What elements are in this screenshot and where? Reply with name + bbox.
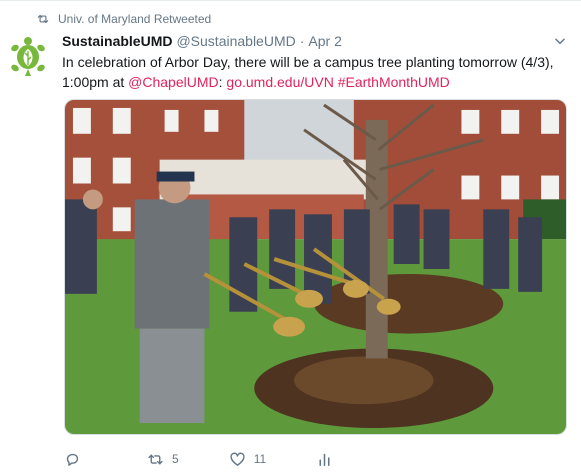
retweet-button[interactable]: 5 <box>147 451 179 468</box>
url-link[interactable]: go.umd.edu/UVN <box>226 74 333 90</box>
tweet-header: SustainableUMD @SustainableUMD · Apr 2 <box>62 31 567 51</box>
tree-planting-photo <box>65 100 566 434</box>
avatar[interactable] <box>10 35 46 77</box>
reply-icon <box>66 453 79 466</box>
tweet-photo[interactable] <box>64 99 567 435</box>
retweet-icon <box>37 14 49 24</box>
header-separator: · <box>299 33 305 49</box>
like-count: 11 <box>253 452 267 466</box>
retweet-context: Univ. of Maryland Retweeted <box>36 11 211 27</box>
heart-icon <box>230 452 245 466</box>
tweet-text: In celebration of Arbor Day, there will … <box>62 52 567 92</box>
author-name[interactable]: SustainableUMD <box>62 33 172 49</box>
hashtag-link[interactable]: #EarthMonthUMD <box>338 74 450 90</box>
analytics-icon <box>319 453 330 466</box>
like-button[interactable]: 11 <box>229 451 266 468</box>
reply-button[interactable] <box>64 451 89 468</box>
retweet-context-label: Univ. of Maryland Retweeted <box>58 12 212 26</box>
turtle-logo-icon <box>11 37 45 76</box>
analytics-button[interactable] <box>316 451 333 468</box>
mention-link[interactable]: @ChapelUMD <box>128 74 218 90</box>
retweet-icon <box>148 454 163 464</box>
tweet-date[interactable]: Apr 2 <box>308 33 341 49</box>
chevron-down-icon[interactable] <box>553 34 567 48</box>
author-handle[interactable]: @SustainableUMD <box>176 33 295 49</box>
retweet-count: 5 <box>172 452 179 466</box>
tweet-card[interactable]: Univ. of Maryland Retweeted SustainableU… <box>0 0 581 473</box>
tweet-actions: 5 11 <box>64 447 544 471</box>
